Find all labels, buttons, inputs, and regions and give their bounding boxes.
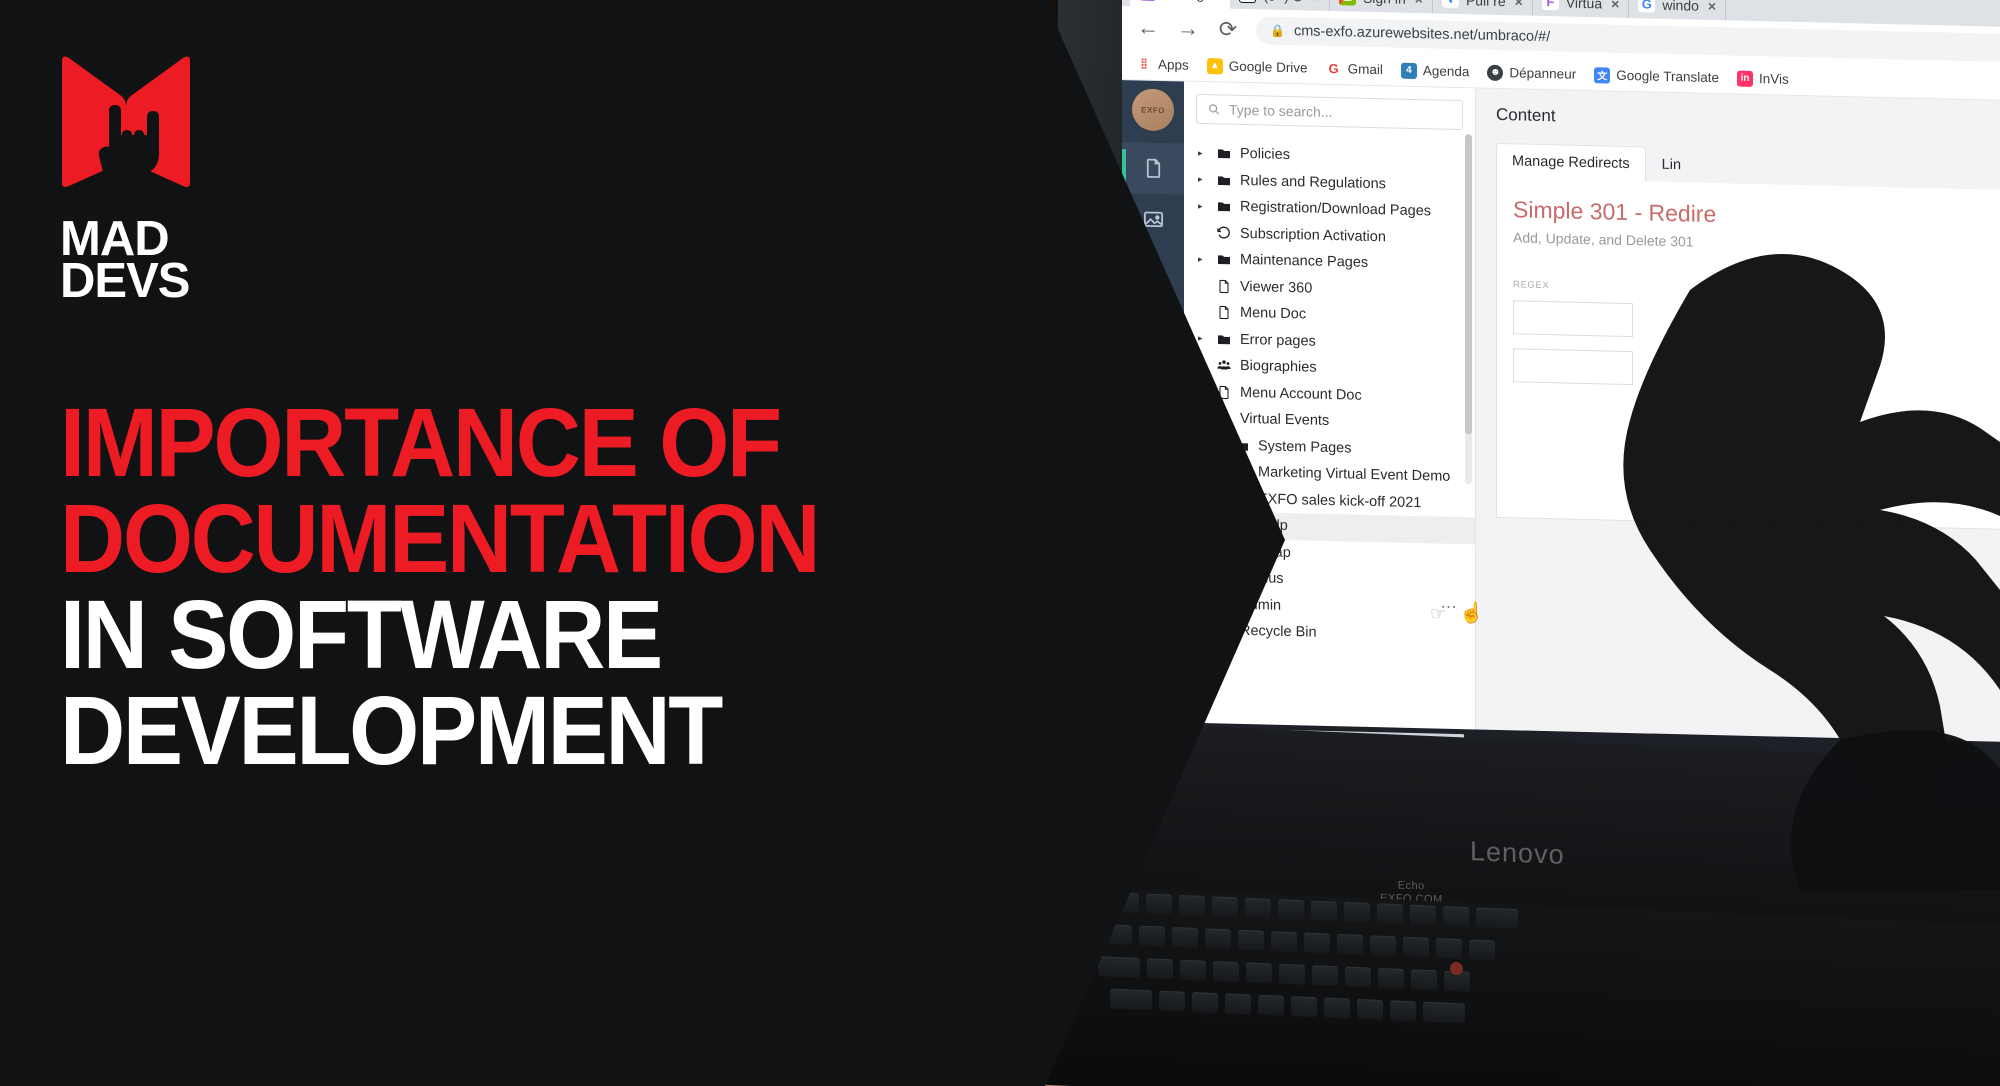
headline-line-1: IMPORTANCE OF — [60, 388, 782, 497]
hand-silhouette-lower — [1791, 730, 2000, 890]
headline-line-2: DOCUMENTATION — [60, 484, 821, 594]
mad-devs-m-rockhand-logo — [62, 56, 190, 187]
brand-logo: MAD DEVS — [60, 55, 255, 306]
poster-root: ▣ Chang × N (9+) U × ▦ Sign in × — [0, 0, 2000, 1086]
headline-line-4: DEVELOPMENT — [60, 676, 723, 786]
page-headline: IMPORTANCE OF DOCUMENTATION IN SOFTWARE … — [60, 388, 934, 786]
brand-line-2: DEVS — [60, 254, 190, 309]
brand-wordmark: MAD DEVS — [60, 215, 255, 306]
poster-left-panel: MAD DEVS IMPORTANCE OF DOCUMENTATION IN … — [0, 0, 1040, 1086]
headline-line-3: IN SOFTWARE — [60, 580, 663, 690]
